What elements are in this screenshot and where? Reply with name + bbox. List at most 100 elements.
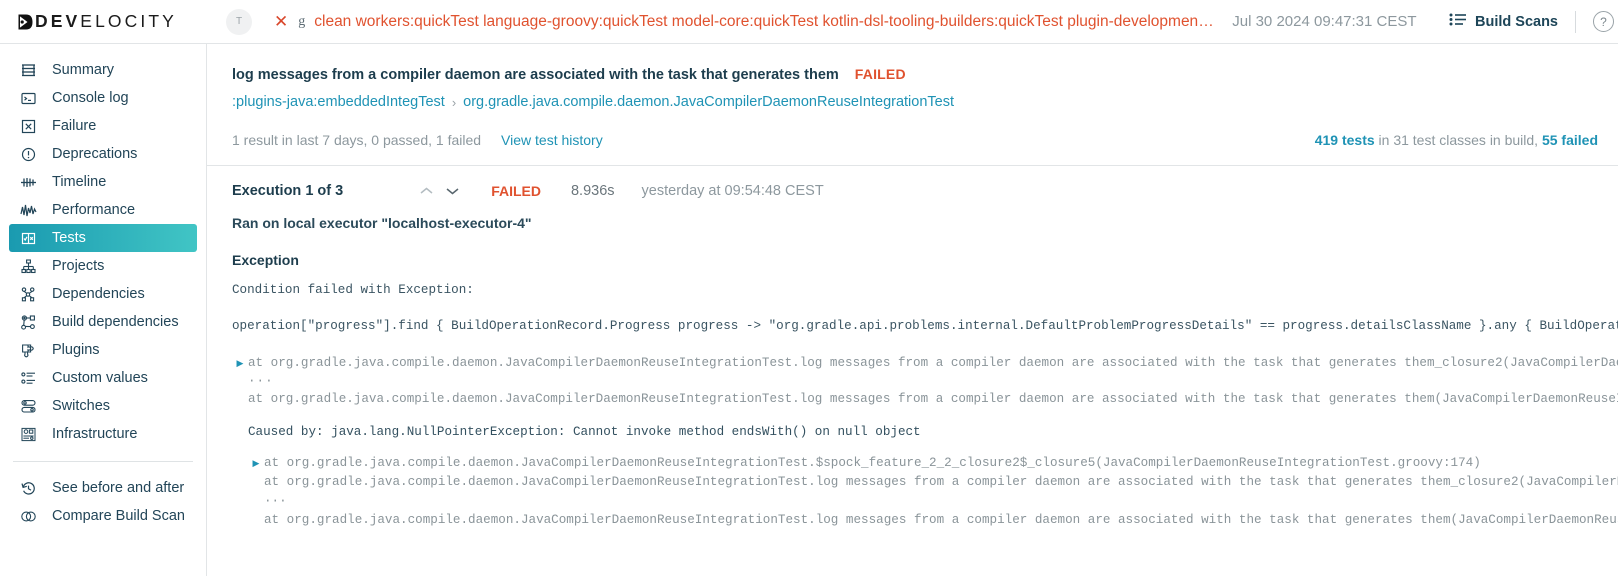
execution-row: Execution 1 of 3 FAILED 8.936s yesterday…: [207, 166, 1618, 199]
sidebar-item-console-log[interactable]: Console log: [9, 84, 197, 112]
stack-trace-text: at org.gradle.java.compile.daemon.JavaCo…: [264, 513, 1618, 527]
develocity-logo-icon: [17, 13, 34, 31]
stack-trace-text: at org.gradle.java.compile.daemon.JavaCo…: [248, 356, 1618, 370]
test-meta-row: 1 result in last 7 days, 0 passed, 1 fai…: [207, 132, 1618, 148]
sidebar-item-label: Timeline: [52, 174, 107, 190]
stack-trace-row: ▶ at org.gradle.java.compile.daemon.Java…: [207, 511, 1618, 530]
app-logo[interactable]: DEV ELOCITY: [0, 0, 207, 44]
chevron-down-icon[interactable]: [439, 186, 465, 196]
test-header: log messages from a compiler daemon are …: [207, 44, 1618, 110]
sidebar-item-label: Console log: [52, 90, 129, 106]
sidebar-item-label: Summary: [52, 62, 115, 78]
chevron-up-icon[interactable]: [413, 186, 439, 196]
execution-timestamp: yesterday at 09:54:48 CEST: [641, 183, 824, 199]
stack-trace-row: ▶ ···: [207, 492, 1618, 511]
spacer-icon: ▶: [232, 390, 248, 409]
switches-icon: [19, 397, 38, 416]
sidebar-item-label: Performance: [52, 202, 136, 218]
projects-icon: [19, 257, 38, 276]
expression-line: operation["progress"].find { BuildOperat…: [232, 319, 1618, 333]
topbar-right-actions: Build Scans ?: [1449, 10, 1618, 33]
build-scans-label: Build Scans: [1475, 13, 1558, 30]
close-icon[interactable]: ✕: [274, 13, 288, 30]
stack-trace-row: ▶ at org.gradle.java.compile.daemon.Java…: [207, 354, 1618, 373]
sidebar-item-compare-build-scan[interactable]: Compare Build Scan: [9, 502, 197, 530]
executor-info: Ran on local executor "localhost-executo…: [232, 215, 532, 231]
sidebar-item-performance[interactable]: Performance: [9, 196, 197, 224]
sidebar-item-label: Build dependencies: [52, 314, 179, 330]
avatar[interactable]: T: [226, 8, 252, 35]
build-tests-summary: 419 tests in 31 test classes in build, 5…: [1315, 132, 1598, 148]
sidebar: Summary Console log Failure Deprecations…: [0, 44, 207, 576]
breadcrumb: :plugins-java:embeddedIntegTest › org.gr…: [232, 94, 1618, 110]
sidebar-item-custom-values[interactable]: Custom values: [9, 364, 197, 392]
sidebar-item-summary[interactable]: Summary: [9, 56, 197, 84]
build-scan-title[interactable]: clean workers:quickTest language-groovy:…: [314, 13, 1214, 31]
result-summary: 1 result in last 7 days, 0 passed, 1 fai…: [232, 132, 482, 148]
view-test-history-link[interactable]: View test history: [501, 132, 603, 148]
list-icon: [1449, 13, 1466, 30]
sidebar-item-label: Plugins: [52, 342, 100, 358]
sidebar-item-label: Custom values: [52, 370, 148, 386]
sidebar-item-failure[interactable]: Failure: [9, 112, 197, 140]
stack-trace-text: at org.gradle.java.compile.daemon.JavaCo…: [264, 475, 1618, 489]
sidebar-item-tests[interactable]: Tests: [9, 224, 197, 252]
scan-initial-label: g: [298, 13, 306, 29]
logo-bold-text: DEV: [35, 11, 81, 31]
infrastructure-icon: [19, 425, 38, 444]
build-tests-failed[interactable]: 55 failed: [1542, 132, 1598, 148]
build-tests-count[interactable]: 419 tests: [1315, 132, 1375, 148]
stack-trace-text: at org.gradle.java.compile.daemon.JavaCo…: [248, 392, 1618, 406]
sidebar-item-label: Dependencies: [52, 286, 145, 302]
compare-icon: [19, 507, 38, 526]
build-tests-mid: in 31 test classes in build,: [1374, 132, 1542, 148]
deprecations-icon: [19, 145, 38, 164]
sidebar-item-plugins[interactable]: Plugins: [9, 336, 197, 364]
exception-heading: Exception: [232, 252, 299, 268]
condition-line: Condition failed with Exception:: [232, 283, 474, 297]
spacer-icon: ▶: [248, 473, 264, 492]
sidebar-item-timeline[interactable]: Timeline: [9, 168, 197, 196]
history-icon: [19, 479, 38, 498]
sidebar-divider: [13, 461, 193, 462]
console-icon: [19, 89, 38, 108]
build-timestamp: Jul 30 2024 09:47:31 CEST: [1232, 13, 1417, 30]
stack-trace-row: ▶ at org.gradle.java.compile.daemon.Java…: [207, 473, 1618, 492]
stack-trace-row: ▶ at org.gradle.java.compile.daemon.Java…: [207, 454, 1618, 473]
page-body: Summary Console log Failure Deprecations…: [0, 44, 1618, 576]
avatar-initial: T: [235, 16, 243, 27]
help-icon[interactable]: ?: [1593, 11, 1614, 32]
stack-trace-row: ▶ at org.gradle.java.compile.daemon.Java…: [207, 390, 1618, 409]
expand-triangle-icon[interactable]: ▶: [248, 454, 264, 473]
sidebar-item-see-before-and-after[interactable]: See before and after: [9, 474, 197, 502]
custom-values-icon: [19, 369, 38, 388]
logo-thin-text: ELOCITY: [80, 11, 177, 31]
plugins-icon: [19, 341, 38, 360]
sidebar-item-label: Projects: [52, 258, 105, 274]
spacer-icon: ▶: [248, 492, 264, 511]
stack-trace-text: at org.gradle.java.compile.daemon.JavaCo…: [264, 456, 1481, 470]
sidebar-item-label: Infrastructure: [52, 426, 138, 442]
sidebar-item-switches[interactable]: Switches: [9, 392, 197, 420]
test-title-row: log messages from a compiler daemon are …: [232, 66, 1618, 83]
sidebar-item-dependencies[interactable]: Dependencies: [9, 280, 197, 308]
sidebar-item-label: Switches: [52, 398, 111, 414]
sidebar-item-projects[interactable]: Projects: [9, 252, 197, 280]
caused-by-line: Caused by: java.lang.NullPointerExceptio…: [248, 425, 921, 439]
build-scans-button[interactable]: Build Scans: [1449, 13, 1558, 30]
spacer-icon: ▶: [248, 511, 264, 530]
tests-icon: [19, 229, 38, 248]
expand-triangle-icon[interactable]: ▶: [232, 354, 248, 373]
breadcrumb-class-link[interactable]: org.gradle.java.compile.daemon.JavaCompi…: [463, 94, 954, 110]
sidebar-item-infrastructure[interactable]: Infrastructure: [9, 420, 197, 448]
stack-trace-ellipsis: ···: [264, 494, 287, 508]
stack-trace-caused: ▶ at org.gradle.java.compile.daemon.Java…: [207, 454, 1618, 530]
execution-label: Execution 1 of 3: [232, 183, 344, 199]
sidebar-item-build-dependencies[interactable]: Build dependencies: [9, 308, 197, 336]
sidebar-item-label: Deprecations: [52, 146, 138, 162]
breadcrumb-task-link[interactable]: :plugins-java:embeddedIntegTest: [232, 94, 445, 110]
sidebar-item-label: Failure: [52, 118, 97, 134]
page-title: log messages from a compiler daemon are …: [232, 67, 839, 83]
sidebar-item-deprecations[interactable]: Deprecations: [9, 140, 197, 168]
status-badge: FAILED: [854, 66, 906, 82]
